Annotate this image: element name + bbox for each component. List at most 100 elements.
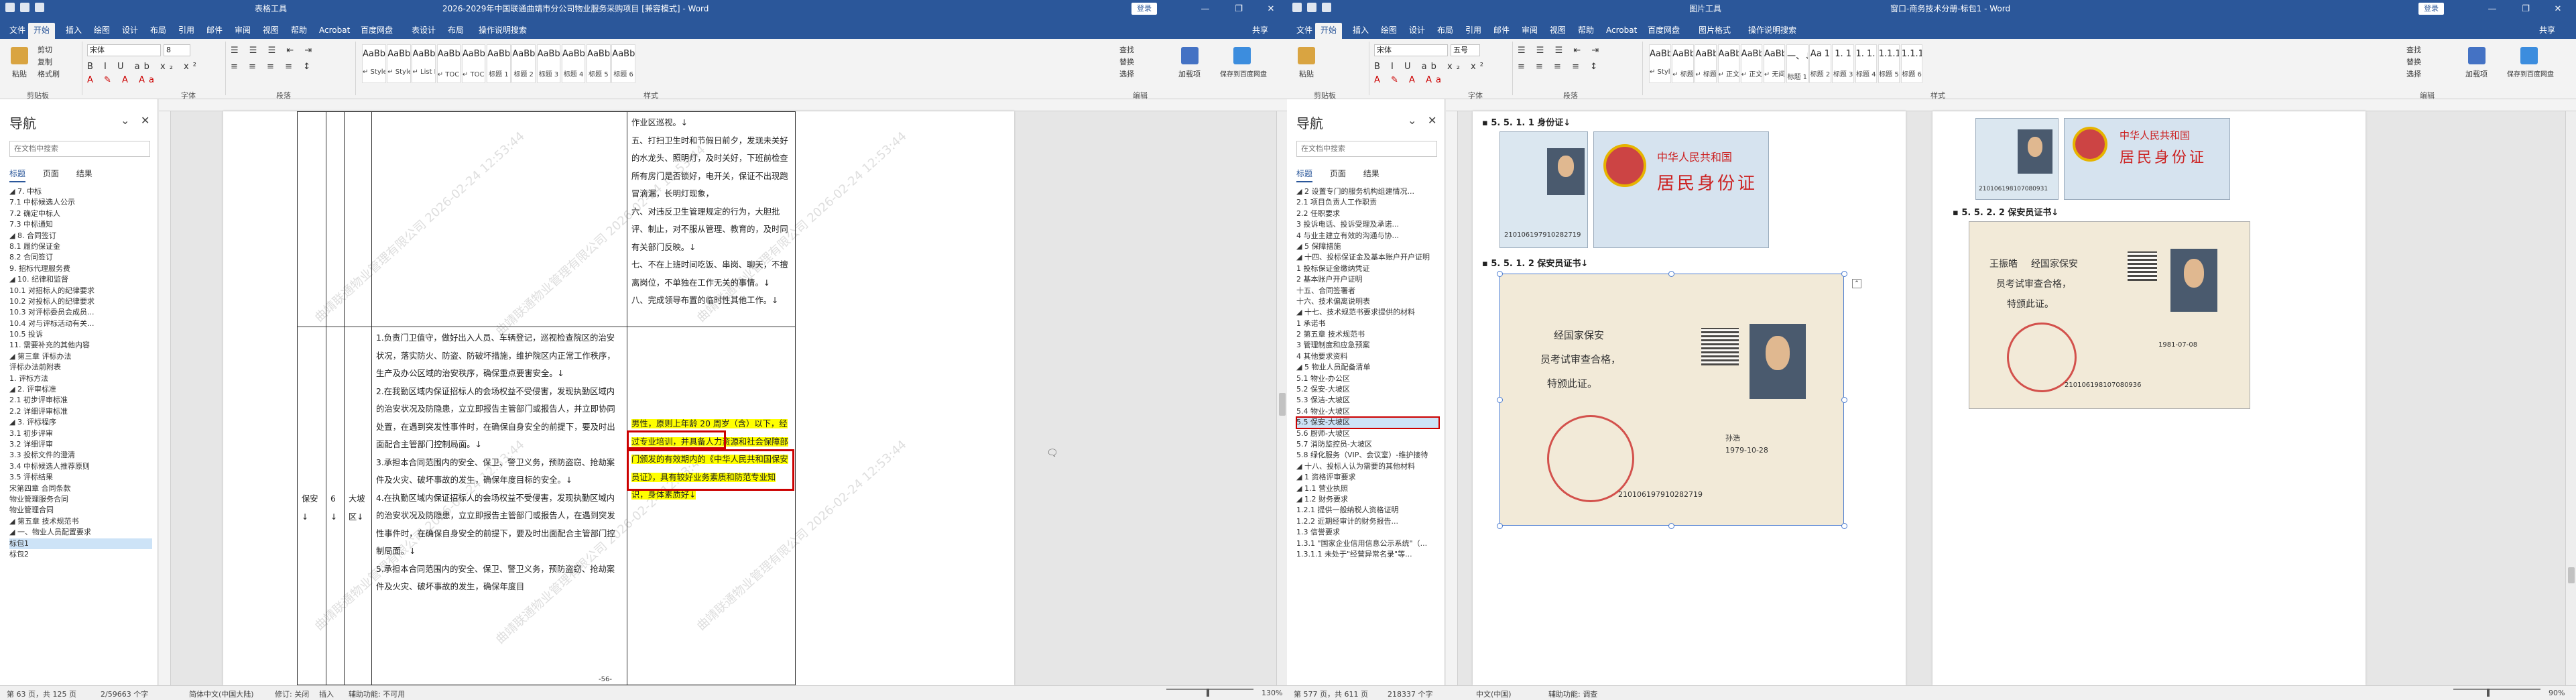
status-accessibility[interactable]: 辅助功能: 调查 (1548, 689, 1597, 699)
comment-icon[interactable]: 🗨 (1046, 448, 1058, 459)
close-button[interactable]: ✕ (1256, 3, 1286, 16)
paste-button[interactable]: 粘贴 (1299, 68, 1314, 79)
copy-button[interactable]: 复制 (38, 56, 52, 67)
baidu-save-button[interactable]: 保存到百度网盘 (1220, 68, 1267, 78)
nav-heading-item[interactable]: 11. 需要补充的其他内容 (9, 340, 152, 351)
id-card-photo-side[interactable]: 210106197910282719 (1499, 131, 1588, 248)
tab-file[interactable]: 文件 (1291, 23, 1318, 39)
tell-me-search[interactable]: 操作说明搜索 (1743, 23, 1802, 39)
nav-heading-item[interactable]: ◢ 十七、技术规范书要求提供的材料 (1296, 307, 1439, 318)
zoom-slider[interactable] (2453, 689, 2540, 690)
nav-heading-item[interactable]: 5.2 保安-大坡区 (1296, 384, 1439, 395)
nav-heading-item[interactable]: 物业管理服务合同 (9, 494, 152, 505)
tab-design[interactable]: 设计 (1404, 23, 1430, 39)
close-icon[interactable]: ✕ (1428, 114, 1436, 127)
id-card-photo-side[interactable]: 210106198107080931 (1975, 118, 2059, 200)
font-color-buttons[interactable]: A ✎ A Aa (87, 75, 158, 85)
nav-heading-item[interactable]: 3.4 中标候选人推荐原则 (9, 461, 152, 472)
style-gallery-item[interactable]: AaBbC 标题 1 (487, 44, 511, 83)
nav-heading-item[interactable]: 1. 评标方法 (9, 373, 152, 384)
tab-acrobat[interactable]: Acrobat (1601, 23, 1642, 39)
tab-view[interactable]: 视图 (1544, 23, 1571, 39)
tab-help[interactable]: 帮助 (286, 23, 312, 39)
zoom-level[interactable]: 90% (2549, 689, 2565, 697)
status-accessibility[interactable]: 辅助功能: 不可用 (349, 689, 405, 699)
style-gallery-item[interactable]: 一、↓ 标题 1 (1786, 44, 1808, 83)
table-cell[interactable] (344, 111, 372, 327)
nav-heading-item[interactable]: 5.6 厨师-大坡区 (1296, 428, 1439, 439)
style-gallery-item[interactable]: AaBbCcDd ↵ 标题 (1695, 44, 1717, 83)
zoom-slider-knob[interactable] (2487, 689, 2490, 697)
nav-heading-item[interactable]: 宋第四章 合同条款 (9, 483, 152, 494)
nav-heading-item[interactable]: 1.2.2 近期经审计的财务报告... (1296, 516, 1439, 527)
nav-tab-results[interactable]: 结果 (76, 168, 93, 181)
nav-heading-item[interactable]: ◢ 1.2 财务要求 (1296, 494, 1439, 505)
font-format-buttons[interactable]: B I U ab x₂ x² (1374, 62, 1487, 72)
nav-heading-item[interactable]: 1.3.1 "国家企业信用信息公示系统"（... (1296, 538, 1439, 549)
style-gallery-item[interactable]: AaBbCcDc ↵ 正文 (1740, 44, 1763, 83)
nav-heading-item[interactable]: 3.1 初步评审 (9, 428, 152, 439)
nav-heading-item[interactable]: ◢ 2. 评审标准 (9, 384, 152, 395)
nav-heading-item[interactable]: ◢ 第三章 评标办法 (9, 351, 152, 362)
nav-heading-item[interactable]: 4 其他要求资料 (1296, 351, 1439, 362)
font-name-select[interactable]: 宋体 (1374, 44, 1448, 56)
nav-heading-item[interactable]: ◢ 5 物业人员配备清单 (1296, 362, 1439, 373)
nav-heading-item[interactable]: 1.3.1.1 未处于"经营异常名录"等... (1296, 549, 1439, 560)
close-icon[interactable]: ✕ (141, 114, 149, 127)
nav-heading-item[interactable]: 5.5 保安-大坡区 (1296, 416, 1440, 429)
nav-heading-item[interactable]: 10.5 投诉 (9, 329, 152, 340)
tell-me-search[interactable]: 操作说明搜索 (473, 23, 532, 39)
style-gallery-item[interactable]: 1. 1 标题 3 (1832, 44, 1854, 83)
tab-baidu[interactable]: 百度网盘 (355, 23, 398, 39)
tab-draw[interactable]: 绘图 (1375, 23, 1402, 39)
nav-tab-headings[interactable]: 标题 (9, 168, 26, 182)
tab-insert[interactable]: 插入 (60, 23, 87, 39)
style-gallery-item[interactable]: AaBbCc 标题 6 (611, 44, 635, 83)
nav-heading-item[interactable]: 1.3 信誉要求 (1296, 527, 1439, 538)
replace-button[interactable]: 替换 (2406, 56, 2421, 67)
horizontal-ruler[interactable] (1446, 99, 2576, 111)
table-cell-requirements[interactable]: 男性，原则上年龄 20 周岁（含）以下，经过专业培训，并具备人力资源和社会保障部… (627, 327, 796, 685)
chevron-down-icon[interactable]: ⌄ (121, 114, 129, 127)
status-language[interactable]: 简体中文(中国大陆) (189, 689, 254, 699)
nav-heading-item[interactable]: 10.2 对投标人的纪律要求 (9, 296, 152, 307)
style-gallery-item[interactable]: AaBbC 标题 2 (511, 44, 536, 83)
table-cell-duties[interactable]: 作业区巡视。↓ 五、打扫卫生时和节假日前夕，发现未关好的水龙头、照明灯，及时关好，… (627, 111, 796, 327)
vertical-scrollbar[interactable] (1276, 111, 1287, 685)
table-cell[interactable] (297, 111, 326, 327)
nav-heading-item[interactable]: 3.5 评标结果 (9, 472, 152, 483)
resize-handle[interactable] (1497, 397, 1503, 403)
style-gallery-item[interactable]: AaBbCcI ↵ Style 13 (1649, 44, 1671, 83)
font-size-select[interactable]: 五号 (1451, 44, 1480, 56)
table-cell-responsibilities[interactable]: 1.负责门卫值守，做好出入人员、车辆登记，巡视检查院区的治安状况，落实防火、防盗… (371, 327, 627, 685)
chevron-down-icon[interactable]: ⌄ (1408, 114, 1416, 127)
tab-baidu[interactable]: 百度网盘 (1642, 23, 1685, 39)
scrollbar-thumb[interactable] (1279, 393, 1286, 416)
tab-draw[interactable]: 绘图 (88, 23, 115, 39)
tab-view[interactable]: 视图 (257, 23, 284, 39)
nav-heading-item[interactable]: 3 管理制度和应急预案 (1296, 340, 1439, 351)
tab-table-design[interactable]: 表设计 (406, 23, 441, 39)
zoom-slider[interactable] (1166, 689, 1253, 690)
tab-review[interactable]: 审阅 (1516, 23, 1543, 39)
nav-heading-item[interactable]: ◢ 第五章 技术规范书 (9, 516, 152, 527)
nav-heading-item[interactable]: 2.1 项目负责人工作职责 (1296, 197, 1439, 208)
nav-heading-item[interactable]: ◢ 7. 中标 (9, 186, 152, 197)
zoom-level[interactable]: 130% (1262, 689, 1282, 697)
scrollbar-thumb[interactable] (2568, 567, 2575, 583)
share-button[interactable]: 共享 (2534, 23, 2561, 39)
style-gallery-item[interactable]: AaBbCc 标题 3 (536, 44, 561, 83)
nav-heading-item[interactable]: 标包2 (9, 549, 152, 560)
nav-heading-item[interactable]: 7.3 中标通知 (9, 219, 152, 230)
style-gallery-item[interactable]: AaBbCcDc ↵ Style 2 (362, 44, 386, 83)
tab-table-layout[interactable]: 布局 (442, 23, 469, 39)
nav-search-input[interactable]: 在文档中搜索 (9, 141, 150, 157)
nav-heading-item[interactable]: 1 承诺书 (1296, 318, 1439, 329)
nav-search-input[interactable]: 在文档中搜索 (1296, 141, 1437, 157)
nav-heading-item[interactable]: 1.2.1 提供一般纳税人资格证明 (1296, 505, 1439, 516)
status-insert-mode[interactable]: 插入 (319, 689, 334, 699)
style-gallery-item[interactable]: AaBbC 标题 5 (587, 44, 611, 83)
tab-review[interactable]: 审阅 (229, 23, 256, 39)
tab-design[interactable]: 设计 (117, 23, 143, 39)
style-gallery-item[interactable]: 1. 1. 1 标题 4 (1855, 44, 1878, 83)
